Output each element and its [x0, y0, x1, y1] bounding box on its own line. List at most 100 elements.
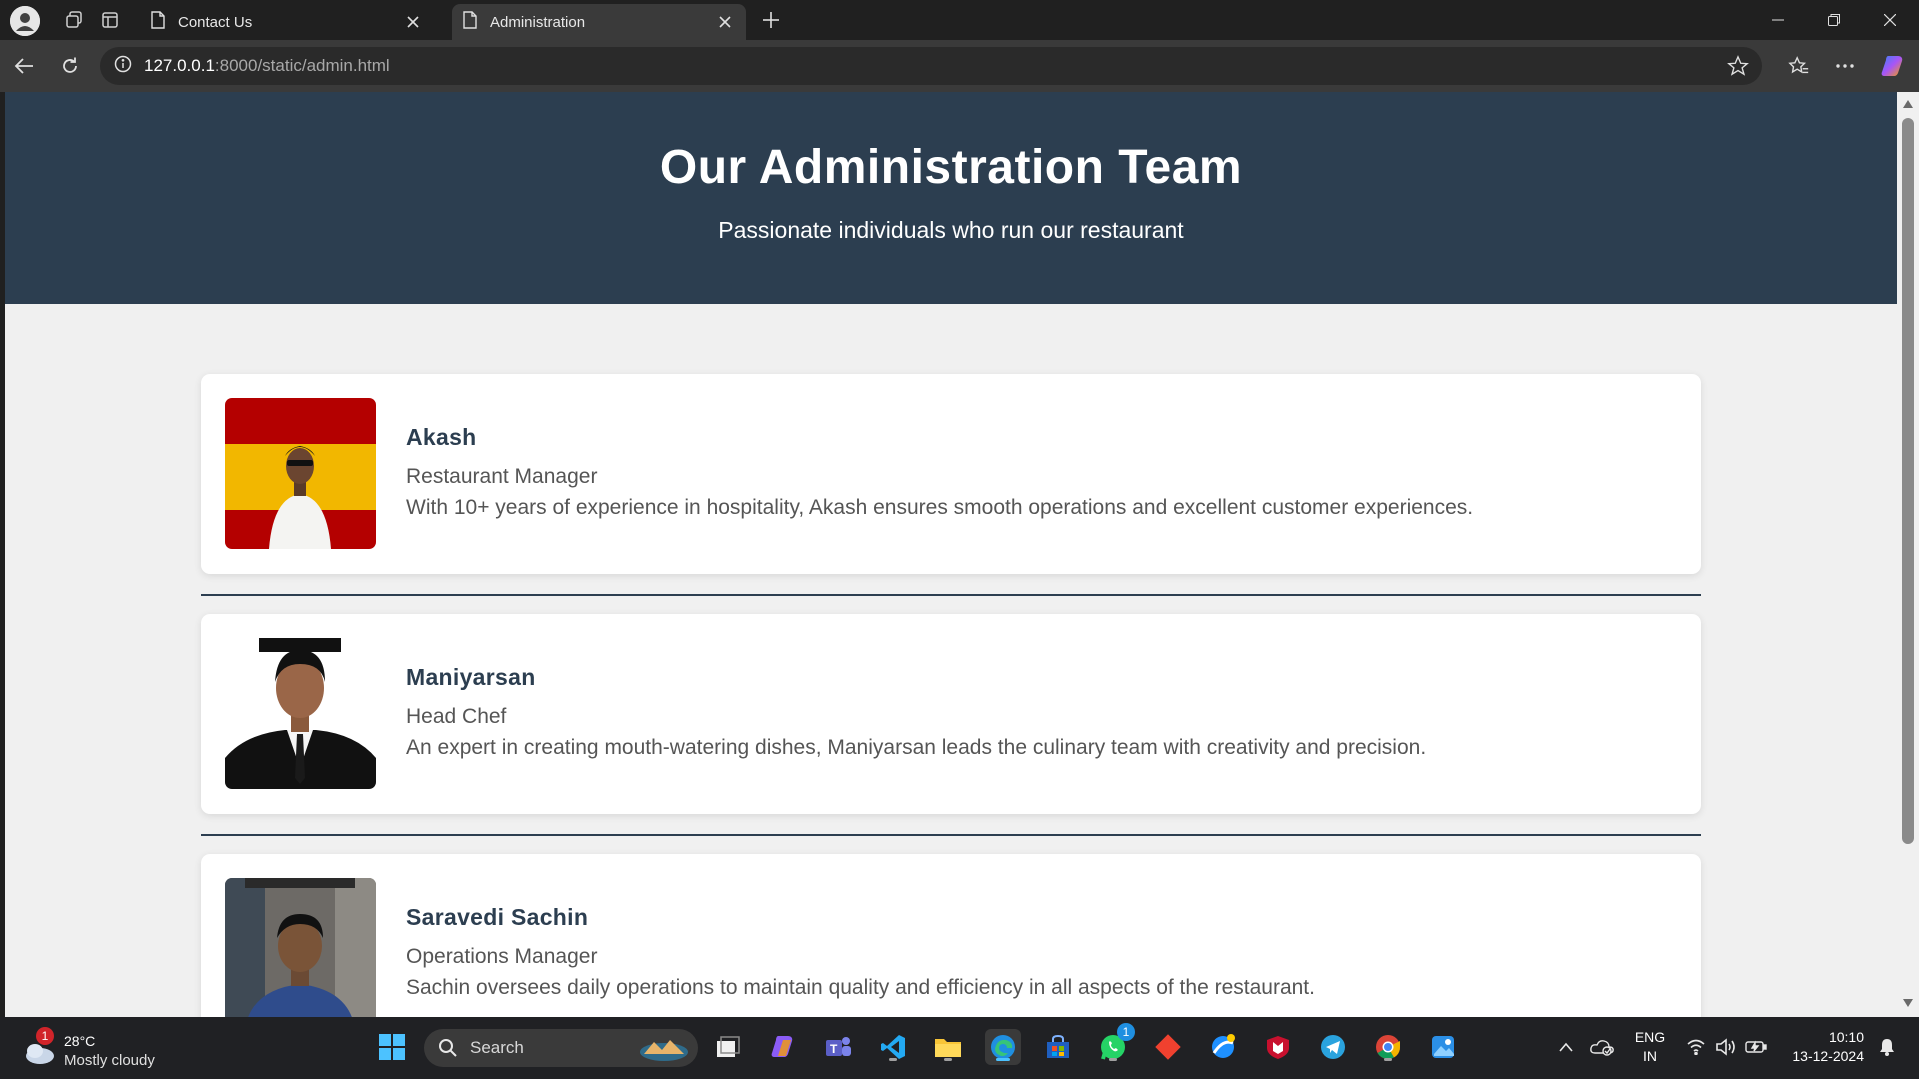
member-photo: [225, 398, 376, 549]
restore-icon[interactable]: [1806, 0, 1862, 40]
tab-title: Administration: [490, 13, 586, 31]
running-indicator: [889, 1058, 897, 1061]
member-role: Operations Manager: [406, 945, 598, 968]
url-text: 127.0.0.1:8000/static/admin.html: [144, 56, 390, 76]
scrollbar-thumb[interactable]: [1902, 118, 1914, 844]
member-description: Sachin oversees daily operations to main…: [406, 976, 1315, 999]
member-description: An expert in creating mouth-watering dis…: [406, 736, 1427, 759]
weather-badge: 1: [36, 1027, 54, 1045]
tab-contact-us[interactable]: Contact Us: [140, 4, 434, 40]
minimize-icon[interactable]: [1750, 0, 1806, 40]
tab-title: Contact Us: [178, 13, 253, 31]
task-view-icon[interactable]: [710, 1029, 746, 1065]
copilot-icon[interactable]: [1877, 50, 1909, 82]
more-menu-icon[interactable]: [1829, 50, 1861, 82]
volume-icon[interactable]: [1710, 1029, 1742, 1065]
member-name: Akash: [406, 424, 477, 450]
clock[interactable]: 10:10 13-12-2024: [1778, 1028, 1864, 1066]
photos-app-icon[interactable]: [1425, 1029, 1461, 1065]
scroll-down-arrow-icon[interactable]: [1903, 999, 1913, 1007]
page-subtitle: Passionate individuals who run our resta…: [718, 217, 1184, 243]
notification-bell-icon[interactable]: [1872, 1029, 1902, 1065]
browser-app-icon[interactable]: [1205, 1029, 1241, 1065]
close-tab-icon[interactable]: [402, 11, 424, 33]
new-tab-icon[interactable]: [757, 6, 785, 34]
browser-tabstrip: Contact Us Administration: [0, 0, 1919, 40]
wifi-icon[interactable]: [1680, 1029, 1712, 1065]
search-icon: [439, 1039, 457, 1057]
language-indicator[interactable]: ENG IN: [1628, 1028, 1672, 1066]
telegram-icon[interactable]: [1315, 1029, 1351, 1065]
team-list: Akash Restaurant Manager With 10+ years …: [201, 374, 1701, 1017]
back-icon[interactable]: [8, 50, 40, 82]
divider: [201, 594, 1701, 596]
chrome-icon[interactable]: [1370, 1029, 1406, 1065]
team-member-card: Maniyarsan Head Chef An expert in creati…: [201, 614, 1701, 814]
taskbar-search[interactable]: Search: [424, 1029, 698, 1067]
url-host: 127.0.0.1: [144, 56, 215, 75]
favorites-icon[interactable]: [1783, 50, 1815, 82]
member-info: Saravedi Sachin Operations Manager Sachi…: [406, 904, 1681, 1000]
battery-icon[interactable]: [1740, 1029, 1772, 1065]
member-name: Maniyarsan: [406, 664, 536, 690]
member-photo: [225, 638, 376, 789]
browser-toolbar: 127.0.0.1:8000/static/admin.html: [0, 40, 1919, 92]
whatsapp-icon[interactable]: 1: [1095, 1023, 1135, 1065]
member-description: With 10+ years of experience in hospital…: [406, 496, 1474, 519]
team-member-card: Saravedi Sachin Operations Manager Sachi…: [201, 854, 1701, 1017]
active-indicator: [996, 1058, 1010, 1061]
member-role: Head Chef: [406, 705, 507, 728]
page-viewport: Our Administration Team Passionate indiv…: [5, 92, 1897, 1017]
page-title: Our Administration Team: [659, 141, 1243, 194]
windows-taskbar: 1 28°C Mostly cloudy Search T 1 ENG IN 1…: [0, 1017, 1919, 1079]
svg-text:T: T: [830, 1042, 838, 1056]
profile-avatar-icon[interactable]: [10, 6, 40, 36]
region-code: IN: [1643, 1048, 1657, 1064]
close-window-icon[interactable]: [1862, 0, 1918, 40]
address-bar[interactable]: 127.0.0.1:8000/static/admin.html: [100, 47, 1762, 85]
member-info: Maniyarsan Head Chef An expert in creati…: [406, 664, 1681, 760]
running-indicator: [1109, 1058, 1117, 1061]
file-explorer-icon[interactable]: [930, 1029, 966, 1065]
weather-condition: Mostly cloudy: [64, 1052, 155, 1069]
whatsapp-badge: 1: [1117, 1023, 1135, 1041]
vscode-icon[interactable]: [875, 1029, 911, 1065]
running-indicator: [1384, 1058, 1392, 1061]
refresh-icon[interactable]: [54, 50, 86, 82]
running-indicator: [944, 1058, 952, 1061]
clock-date: 13-12-2024: [1792, 1048, 1864, 1064]
member-role: Restaurant Manager: [406, 465, 598, 488]
member-info: Akash Restaurant Manager With 10+ years …: [406, 424, 1681, 520]
clock-time: 10:10: [1828, 1029, 1864, 1045]
search-label: Search: [470, 1038, 524, 1057]
git-app-icon[interactable]: [1150, 1029, 1186, 1065]
member-name: Saravedi Sachin: [406, 904, 589, 930]
weather-widget[interactable]: 1 28°C Mostly cloudy: [22, 1027, 172, 1071]
onedrive-sync-icon[interactable]: [1584, 1029, 1620, 1065]
mcafee-icon[interactable]: [1260, 1029, 1296, 1065]
scroll-up-arrow-icon[interactable]: [1903, 100, 1913, 108]
copilot-app-icon[interactable]: [765, 1029, 801, 1065]
page-icon: [462, 11, 478, 33]
edge-icon[interactable]: [985, 1029, 1021, 1065]
url-path: :8000/static/admin.html: [214, 56, 390, 75]
store-icon[interactable]: [1040, 1029, 1076, 1065]
weather-temperature: 28°C: [64, 1033, 96, 1049]
divider: [201, 834, 1701, 836]
workspaces-icon[interactable]: [60, 6, 88, 34]
hero-header: Our Administration Team Passionate indiv…: [5, 92, 1897, 304]
team-member-card: Akash Restaurant Manager With 10+ years …: [201, 374, 1701, 574]
tab-actions-icon[interactable]: [96, 6, 124, 34]
vertical-scrollbar[interactable]: [1897, 92, 1919, 1017]
search-highlight-icon: [640, 1040, 688, 1061]
favorite-star-icon[interactable]: [1724, 52, 1752, 80]
language-code: ENG: [1634, 1029, 1666, 1045]
close-tab-icon[interactable]: [714, 11, 736, 33]
member-photo: [225, 878, 376, 1017]
show-hidden-icons-icon[interactable]: [1548, 1029, 1584, 1065]
page-icon: [150, 11, 166, 33]
start-icon[interactable]: [374, 1029, 410, 1065]
tab-administration[interactable]: Administration: [452, 4, 746, 40]
site-info-icon[interactable]: [114, 55, 132, 78]
teams-icon[interactable]: T: [820, 1029, 856, 1065]
